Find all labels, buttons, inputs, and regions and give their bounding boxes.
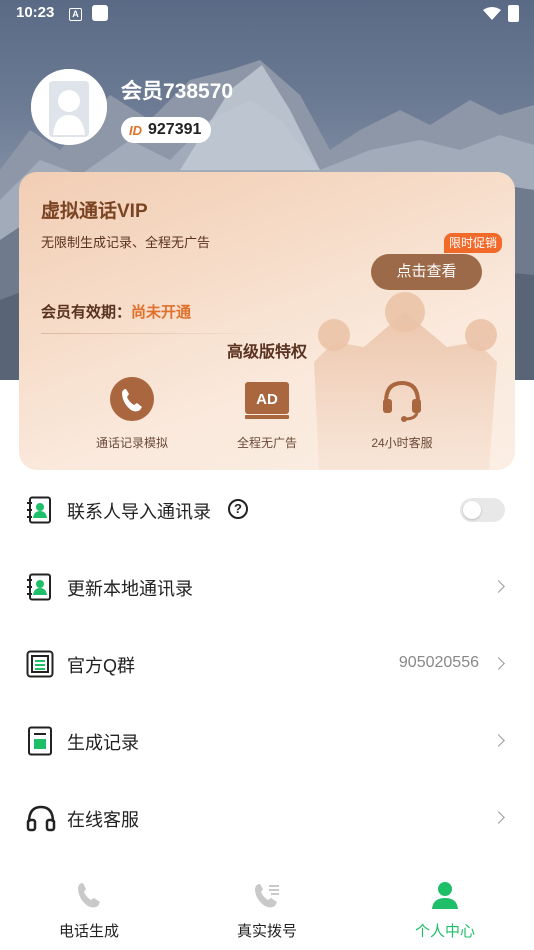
menu-item-label: 生成记录 [67, 733, 139, 753]
headphones-icon [26, 805, 56, 832]
promo-badge: 限时促销 [444, 233, 503, 253]
group-icon [26, 650, 54, 678]
perk-label: 24小时客服 [371, 436, 433, 450]
membership-validity: 会员有效期：尚未开通 [41, 301, 191, 322]
wifi-icon [483, 7, 501, 20]
menu-item-label: 在线客服 [67, 810, 139, 830]
record-icon [28, 726, 52, 756]
battery-icon [508, 5, 519, 22]
chevron-right-icon [492, 734, 505, 747]
user-id-badge: ID 927391 [121, 117, 212, 143]
chevron-right-icon [492, 657, 505, 670]
bottom-navigation: 电话生成 真实拨号 个人中心 [0, 868, 534, 950]
username: 会员738570 [121, 80, 234, 103]
menu-item-generate-records[interactable]: 生成记录 [0, 702, 534, 779]
person-icon [432, 882, 458, 909]
id-tag: ID [129, 122, 142, 138]
vip-card[interactable]: 虚拟通话VIP 无限制生成记录、全程无广告 限时促销 点击查看 会员有效期：尚未… [19, 172, 515, 470]
menu-item-import-contacts[interactable]: 联系人导入通讯录 ? [0, 471, 534, 548]
group-number: 905020556 [398, 654, 479, 671]
validity-value: 尚未开通 [131, 304, 192, 321]
chevron-right-icon [492, 811, 505, 824]
nav-tab-real-dial[interactable]: 真实拨号 [178, 868, 356, 950]
phone-icon [110, 377, 154, 421]
nav-label: 个人中心 [414, 923, 475, 940]
contact-book-icon [27, 573, 51, 601]
validity-label: 会员有效期： [41, 304, 132, 321]
dialer-icon [255, 884, 279, 908]
help-icon[interactable]: ? [228, 499, 248, 519]
ad-icon-text: AD [256, 391, 278, 408]
view-vip-button[interactable]: 点击查看 [371, 254, 482, 290]
nav-tab-phone-generate[interactable]: 电话生成 [0, 868, 178, 950]
chevron-right-icon [492, 580, 505, 593]
perk-no-ads: AD 全程无广告 [207, 376, 327, 451]
contact-book-icon [27, 496, 51, 524]
menu-item-update-contacts[interactable]: 更新本地通讯录 [0, 548, 534, 625]
perk-call-record: 通话记录模拟 [72, 376, 192, 451]
import-contacts-toggle[interactable] [460, 498, 505, 522]
menu-item-label: 更新本地通讯录 [67, 579, 193, 599]
status-time: 10:23 [16, 4, 55, 21]
vip-description: 无限制生成记录、全程无广告 [41, 235, 211, 250]
divider [41, 333, 281, 334]
menu-item-official-group[interactable]: 官方Q群 905020556 [0, 625, 534, 702]
avatar[interactable] [31, 69, 107, 145]
menu-item-label: 官方Q群 [67, 656, 136, 676]
perk-customer-service: 24小时客服 [342, 376, 462, 451]
menu-item-label: 联系人导入通讯录 [67, 502, 211, 522]
phone-icon [78, 883, 100, 908]
id-value: 927391 [148, 121, 202, 138]
toggle-knob [463, 501, 481, 519]
status-bar: 10:23 A [0, 0, 534, 28]
nav-label: 电话生成 [58, 923, 119, 940]
perk-label: 全程无广告 [236, 436, 297, 450]
notification-square-icon [92, 5, 108, 21]
nav-tab-personal-center[interactable]: 个人中心 [356, 868, 534, 950]
avatar-placeholder-icon [31, 69, 107, 145]
nav-label: 真实拨号 [236, 923, 297, 940]
menu-item-online-service[interactable]: 在线客服 [0, 779, 534, 856]
vip-title: 虚拟通话VIP [41, 201, 148, 222]
ad-icon: AD [245, 382, 289, 419]
notification-a-icon: A [69, 8, 82, 21]
headset-icon [383, 380, 421, 422]
perk-label: 通话记录模拟 [95, 436, 168, 450]
perks-title: 高级版特权 [226, 344, 307, 361]
